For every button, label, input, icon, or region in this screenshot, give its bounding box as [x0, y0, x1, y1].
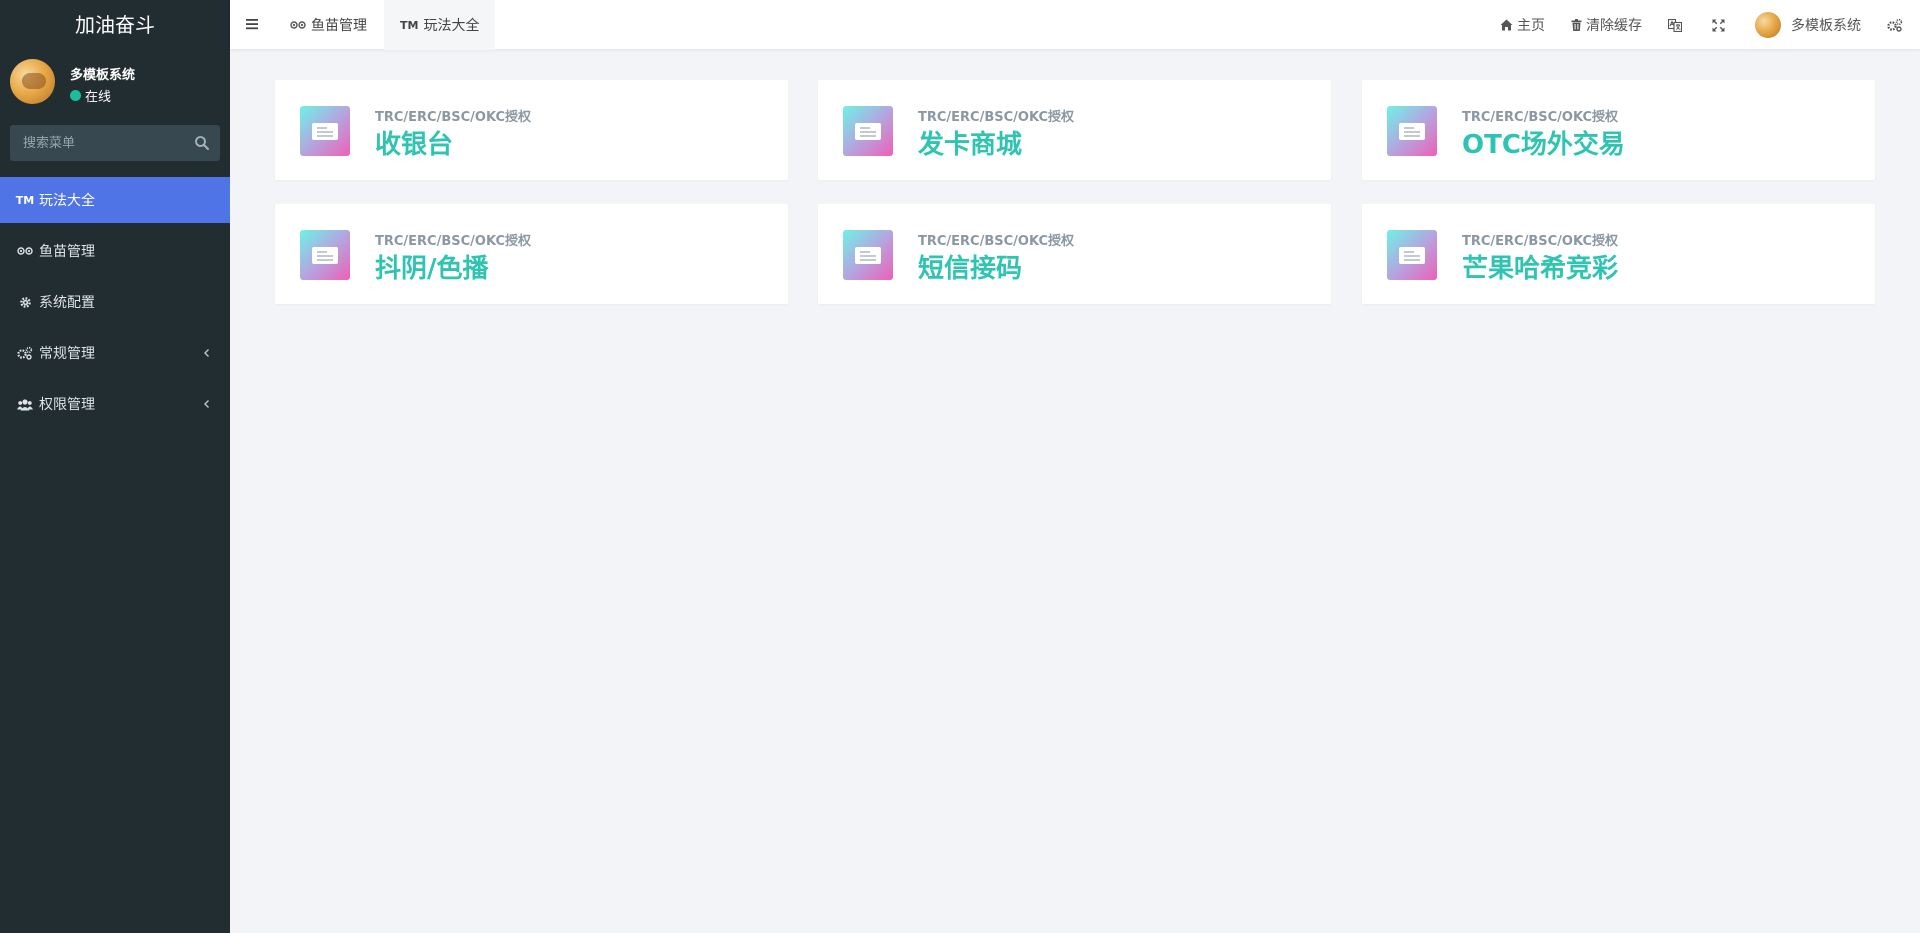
- card-icon: [843, 230, 893, 280]
- header-username: 多模板系统: [1791, 18, 1861, 34]
- menu-search-input[interactable]: [10, 125, 220, 161]
- card-tag: TRC/ERC/BSC/OKC授权: [375, 234, 531, 249]
- sidebar: 加油奋斗 多模板系统 在线 TM 玩法大全 鱼苗管理 系: [0, 0, 230, 933]
- card-title: OTC场外交易: [1462, 130, 1625, 160]
- card-icon: [300, 230, 350, 280]
- card-otc-trading[interactable]: TRC/ERC/BSC/OKC授权 OTC场外交易: [1362, 80, 1875, 180]
- sidebar-item-label: 玩法大全: [39, 193, 95, 209]
- sidebar-item-label: 常规管理: [39, 346, 95, 362]
- user-panel: 多模板系统 在线: [0, 50, 230, 120]
- menu-search: [10, 125, 220, 161]
- card-card-shop[interactable]: TRC/ERC/BSC/OKC授权 发卡商城: [818, 80, 1331, 180]
- tm-icon: TM: [15, 193, 35, 207]
- card-live-stream[interactable]: TRC/ERC/BSC/OKC授权 抖阴/色播: [275, 204, 788, 304]
- fullscreen-button[interactable]: [1699, 0, 1742, 50]
- settings-button[interactable]: [1874, 0, 1920, 50]
- home-link[interactable]: 主页: [1487, 0, 1558, 50]
- cogs-icon: [16, 346, 34, 360]
- user-status: 在线: [70, 86, 111, 105]
- card-tag: TRC/ERC/BSC/OKC授权: [1462, 234, 1618, 249]
- sidebar-item-label: 权限管理: [39, 397, 95, 413]
- main-content: TRC/ERC/BSC/OKC授权 收银台 TRC/ERC/BSC/OKC授权 …: [230, 50, 1920, 933]
- card-tag: TRC/ERC/BSC/OKC授权: [1462, 110, 1618, 125]
- online-dot-icon: [70, 90, 81, 101]
- avatar: [1755, 12, 1781, 38]
- top-header: 鱼苗管理 TM 玩法大全 主页 清除缓存 多模板系统: [230, 0, 1920, 50]
- card-cashier[interactable]: TRC/ERC/BSC/OKC授权 收银台: [275, 80, 788, 180]
- sidebar-item-fry-management[interactable]: 鱼苗管理: [0, 228, 230, 274]
- sidebar-menu: TM 玩法大全 鱼苗管理 系统配置 常规管理 权限管理: [0, 177, 230, 432]
- tab-fry-management[interactable]: 鱼苗管理: [274, 0, 383, 50]
- user-name: 多模板系统: [70, 68, 136, 83]
- sidebar-item-label: 鱼苗管理: [39, 244, 95, 260]
- tab-label: 玩法大全: [423, 18, 480, 34]
- hamburger-menu-icon[interactable]: [244, 16, 260, 32]
- clear-cache-label: 清除缓存: [1586, 18, 1642, 34]
- card-sms-code[interactable]: TRC/ERC/BSC/OKC授权 短信接码: [818, 204, 1331, 304]
- brand-logo-text[interactable]: 加油奋斗: [0, 0, 230, 50]
- fullscreen-icon: [1712, 19, 1725, 31]
- card-title: 短信接码: [918, 254, 1023, 284]
- card-icon: [843, 106, 893, 156]
- home-label: 主页: [1517, 18, 1545, 34]
- avatar: [10, 59, 55, 104]
- sidebar-item-gameplay[interactable]: TM 玩法大全: [0, 177, 230, 223]
- card-mango-hash[interactable]: TRC/ERC/BSC/OKC授权 芒果哈希竞彩: [1362, 204, 1875, 304]
- clear-cache-button[interactable]: 清除缓存: [1558, 0, 1655, 50]
- card-title: 收银台: [375, 130, 454, 160]
- card-title: 芒果哈希竞彩: [1462, 254, 1619, 284]
- users-icon: [16, 397, 34, 411]
- search-icon[interactable]: [194, 135, 210, 151]
- eye-glasses-icon: [290, 20, 306, 30]
- sidebar-item-system-config[interactable]: 系统配置: [0, 279, 230, 325]
- tab-label: 鱼苗管理: [311, 18, 367, 34]
- tm-icon: TM: [400, 18, 419, 32]
- cogs-icon: [1887, 18, 1903, 32]
- header-right-nav: 主页 清除缓存 多模板系统: [1487, 0, 1920, 50]
- translate-button[interactable]: [1655, 0, 1699, 50]
- card-tag: TRC/ERC/BSC/OKC授权: [918, 110, 1074, 125]
- sidebar-item-permission-management[interactable]: 权限管理: [0, 381, 230, 427]
- translate-icon: [1668, 18, 1682, 32]
- card-title: 发卡商城: [918, 130, 1023, 160]
- gear-icon: [16, 295, 34, 309]
- card-icon: [300, 106, 350, 156]
- trash-icon: [1571, 19, 1582, 31]
- home-icon: [1500, 19, 1513, 31]
- card-icon: [1387, 106, 1437, 156]
- card-title: 抖阴/色播: [375, 254, 489, 284]
- card-tag: TRC/ERC/BSC/OKC授权: [918, 234, 1074, 249]
- user-menu[interactable]: 多模板系统: [1742, 0, 1874, 50]
- sidebar-item-general-management[interactable]: 常规管理: [0, 330, 230, 376]
- chevron-left-icon: [204, 349, 209, 357]
- card-icon: [1387, 230, 1437, 280]
- eye-glasses-icon: [16, 244, 34, 258]
- tab-gameplay[interactable]: TM 玩法大全: [384, 0, 496, 50]
- card-tag: TRC/ERC/BSC/OKC授权: [375, 110, 531, 125]
- chevron-left-icon: [204, 400, 209, 408]
- user-status-label: 在线: [85, 90, 112, 105]
- sidebar-item-label: 系统配置: [39, 295, 95, 311]
